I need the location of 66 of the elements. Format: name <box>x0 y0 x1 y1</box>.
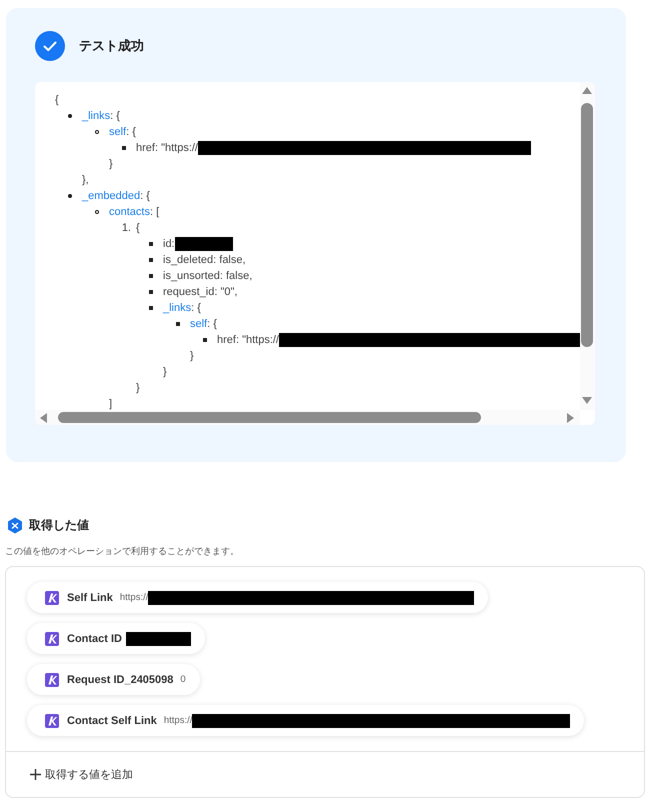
add-value-button[interactable]: 取得する値を追加 <box>6 751 644 797</box>
arrow-left-icon[interactable] <box>38 412 50 424</box>
bullet-icon <box>68 194 72 198</box>
json-text: href: "https:// <box>217 334 279 346</box>
json-text: }, <box>82 174 89 186</box>
json-text: : { <box>110 110 120 122</box>
json-key: _links <box>163 302 192 314</box>
value-chip[interactable]: Contact ID <box>27 623 205 654</box>
list-number: 1. <box>120 222 131 234</box>
value-chip[interactable]: Request ID_2405098 0 <box>27 664 200 695</box>
json-key: contacts <box>109 206 150 218</box>
app-logo-icon <box>45 714 59 728</box>
bullet-icon <box>203 338 207 342</box>
json-text: : { <box>207 318 217 330</box>
value-text: https:// <box>164 715 192 726</box>
result-title: テスト成功 <box>79 37 144 55</box>
value-label: Self Link <box>67 592 113 604</box>
json-text: ] <box>109 398 112 410</box>
vertical-scrollbar[interactable] <box>580 82 595 410</box>
bullet-icon <box>95 210 99 214</box>
bullet-icon <box>122 146 126 150</box>
hexagon-icon <box>7 517 23 534</box>
json-text: { <box>136 222 140 234</box>
section-description: この値を他のオペレーションで利用することができます。 <box>5 545 240 558</box>
arrow-right-icon[interactable] <box>564 412 576 424</box>
value-chip[interactable]: Self Link https:// <box>27 582 488 613</box>
bullet-icon <box>68 114 72 118</box>
value-label: Contact ID <box>67 632 122 644</box>
value-chip[interactable]: Contact Self Link https:// <box>27 705 584 736</box>
app-logo-icon <box>45 672 59 686</box>
json-text: } <box>109 158 113 170</box>
section-title: 取得した値 <box>29 517 89 534</box>
bullet-icon <box>149 242 153 246</box>
bullet-icon <box>149 258 153 262</box>
arrow-up-icon[interactable] <box>581 85 593 97</box>
json-text: } <box>136 382 140 394</box>
json-text: request_id: "0", <box>163 286 238 298</box>
value-text: https:// <box>120 592 148 603</box>
bullet-icon <box>95 130 99 134</box>
json-key: self <box>190 318 208 330</box>
json-text: } <box>190 350 194 362</box>
value-text: 0 <box>180 674 186 685</box>
json-text: : { <box>140 190 150 202</box>
json-text: : { <box>191 302 201 314</box>
value-label: Request ID_2405098 <box>67 674 174 686</box>
json-text: is_unsorted: false, <box>163 270 252 282</box>
json-text: href: "https:// <box>136 142 198 154</box>
json-text: : { <box>126 126 136 138</box>
bullet-icon <box>149 306 153 310</box>
plus-icon <box>30 769 41 780</box>
value-label: Contact Self Link <box>67 714 157 726</box>
json-key: _embedded <box>82 190 140 202</box>
horizontal-scrollbar[interactable] <box>35 410 580 425</box>
json-text: : [ <box>150 206 160 218</box>
bullet-icon <box>149 290 153 294</box>
json-text: } <box>163 366 167 378</box>
json-text: id: <box>163 238 175 250</box>
app-logo-icon <box>45 590 59 604</box>
json-key: self <box>109 126 126 138</box>
bullet-icon <box>176 322 180 326</box>
json-text: is_deleted: false, <box>163 254 246 266</box>
arrow-down-icon[interactable] <box>581 394 593 406</box>
app-logo-icon <box>45 632 59 646</box>
bullet-icon <box>149 274 153 278</box>
json-text: { <box>55 94 59 106</box>
json-key: _links <box>82 110 110 122</box>
